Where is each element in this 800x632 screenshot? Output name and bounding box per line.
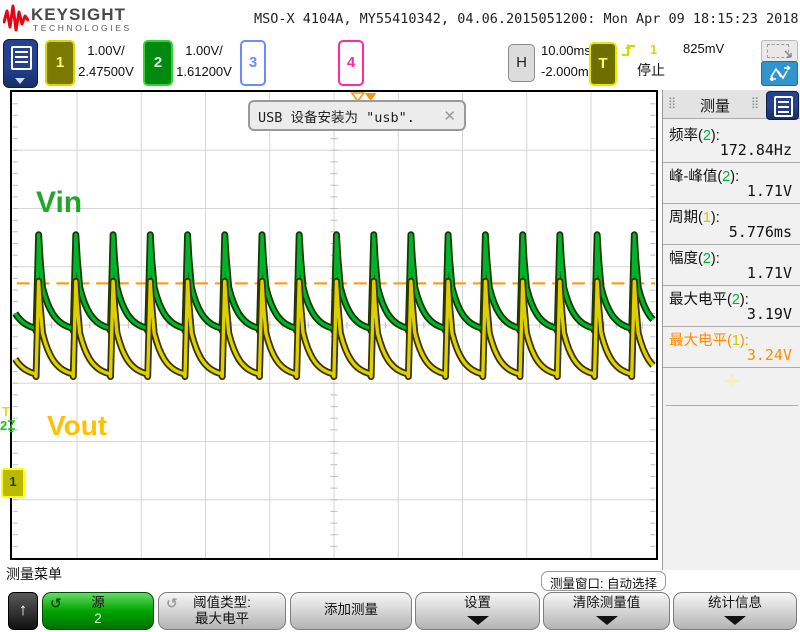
softkey-clear-measurements[interactable]: 清除测量值 bbox=[543, 592, 670, 630]
channel-1-offset: 2.47500V bbox=[78, 64, 134, 79]
measurement-value: 5.776ms bbox=[728, 223, 792, 241]
softkey-settings[interactable]: 设置 bbox=[415, 592, 540, 630]
channel-1-ground-marker[interactable]: 1 bbox=[1, 468, 25, 498]
measurement-value: 1.71V bbox=[746, 264, 792, 282]
waveform-display bbox=[10, 90, 658, 560]
trigger-source: 1 bbox=[650, 42, 658, 57]
list-icon bbox=[11, 46, 32, 70]
softkey-threshold-type[interactable]: ↺ 阈值类型: 最大电平 bbox=[158, 592, 286, 630]
softkey-source[interactable]: ↺ 源 2 bbox=[42, 592, 154, 630]
system-title: MSO-X 4104A, MY55410342, 04.06.201505120… bbox=[254, 11, 799, 27]
vin-annotation: Vin bbox=[36, 186, 83, 219]
panel-menu-button[interactable] bbox=[766, 91, 799, 120]
brand-name: KEYSIGHT bbox=[31, 5, 126, 24]
measurement-row-max-level-ch1[interactable]: 最大电平(1): 3.24V bbox=[663, 327, 800, 368]
menu-down-icon bbox=[466, 616, 489, 625]
cycle-icon: ↺ bbox=[166, 595, 178, 611]
channel-4-button[interactable]: 4 bbox=[338, 40, 364, 86]
measurement-window-label[interactable]: 测量窗口: 自动选择 bbox=[541, 571, 666, 591]
usb-toast: USB 设备安装为 "usb". ✕ bbox=[248, 100, 466, 131]
measurement-value: 3.24V bbox=[746, 346, 792, 364]
channel-2-ground-marker[interactable]: 2 bbox=[0, 418, 17, 434]
measurement-row-period[interactable]: 周期(1): 5.776ms bbox=[663, 204, 800, 245]
channel-1-scale: 1.00V/ bbox=[87, 43, 125, 58]
vout-annotation: Vout bbox=[47, 410, 108, 441]
panel-separator bbox=[666, 405, 798, 406]
horizontal-scale: 10.00ms/ bbox=[541, 43, 595, 58]
channel-1-settings[interactable]: 1.00V/ 2.47500V bbox=[71, 40, 141, 82]
softkey-statistics[interactable]: 统计信息 bbox=[673, 592, 797, 630]
menu-down-icon bbox=[595, 616, 618, 625]
horizontal-delay: -2.000ms bbox=[541, 64, 596, 79]
measurement-value: 1.71V bbox=[746, 182, 792, 200]
add-measurement-button[interactable]: + bbox=[663, 367, 800, 398]
measurement-row-amplitude[interactable]: 幅度(2): 1.71V bbox=[663, 245, 800, 286]
measurement-panel-header[interactable]: ⣿ 测量 ⣿ bbox=[663, 90, 800, 120]
horizontal-settings[interactable]: 10.00ms/ -2.000ms bbox=[541, 40, 595, 82]
channel-2-settings[interactable]: 1.00V/ 1.61200V bbox=[169, 40, 239, 82]
softkey-add-measurement[interactable]: 添加测量 bbox=[290, 592, 412, 630]
measurement-value: 3.19V bbox=[746, 305, 792, 323]
measurement-row-peak-peak[interactable]: 峰-峰值(2): 1.71V bbox=[663, 163, 800, 204]
channel-3-button[interactable]: 3 bbox=[240, 40, 266, 86]
usb-toast-text: USB 设备安装为 "usb". bbox=[258, 109, 415, 126]
chevron-down-icon bbox=[15, 78, 25, 84]
keysight-logo-icon bbox=[2, 3, 30, 38]
trigger-level: 825mV bbox=[683, 41, 725, 56]
cycle-icon: ↺ bbox=[50, 595, 62, 611]
measurement-value: 172.84Hz bbox=[719, 141, 792, 159]
trigger-button[interactable]: T bbox=[589, 42, 617, 86]
menu-up-button[interactable]: ↑ bbox=[8, 592, 38, 630]
measurement-panel: ⣿ 测量 ⣿ 频率(2): 172.84Hz 峰-峰值(2): 1.71V 周期… bbox=[662, 90, 800, 570]
measurement-row-frequency[interactable]: 频率(2): 172.84Hz bbox=[663, 122, 800, 163]
waveform-tool-button[interactable] bbox=[761, 61, 798, 86]
trigger-level-marker[interactable]: T bbox=[2, 404, 10, 419]
channel-2-offset: 1.61200V bbox=[176, 64, 232, 79]
brand-subtitle: TECHNOLOGIES bbox=[33, 23, 132, 33]
screenshot-tool-button[interactable] bbox=[761, 40, 798, 62]
rising-edge-icon bbox=[621, 42, 637, 63]
list-icon bbox=[774, 96, 793, 117]
sidebar-menu-button[interactable] bbox=[3, 39, 38, 88]
menu-title: 测量菜单 bbox=[6, 566, 62, 582]
close-icon[interactable]: ✕ bbox=[443, 107, 456, 125]
horizontal-button[interactable]: H bbox=[508, 44, 535, 82]
drag-grip-icon[interactable]: ⣿ bbox=[751, 96, 759, 109]
channel-2-scale: 1.00V/ bbox=[185, 43, 223, 58]
menu-down-icon bbox=[724, 616, 746, 625]
run-state-label: 停止 bbox=[637, 62, 665, 78]
measurement-row-max-level-ch2[interactable]: 最大电平(2): 3.19V bbox=[663, 286, 800, 327]
